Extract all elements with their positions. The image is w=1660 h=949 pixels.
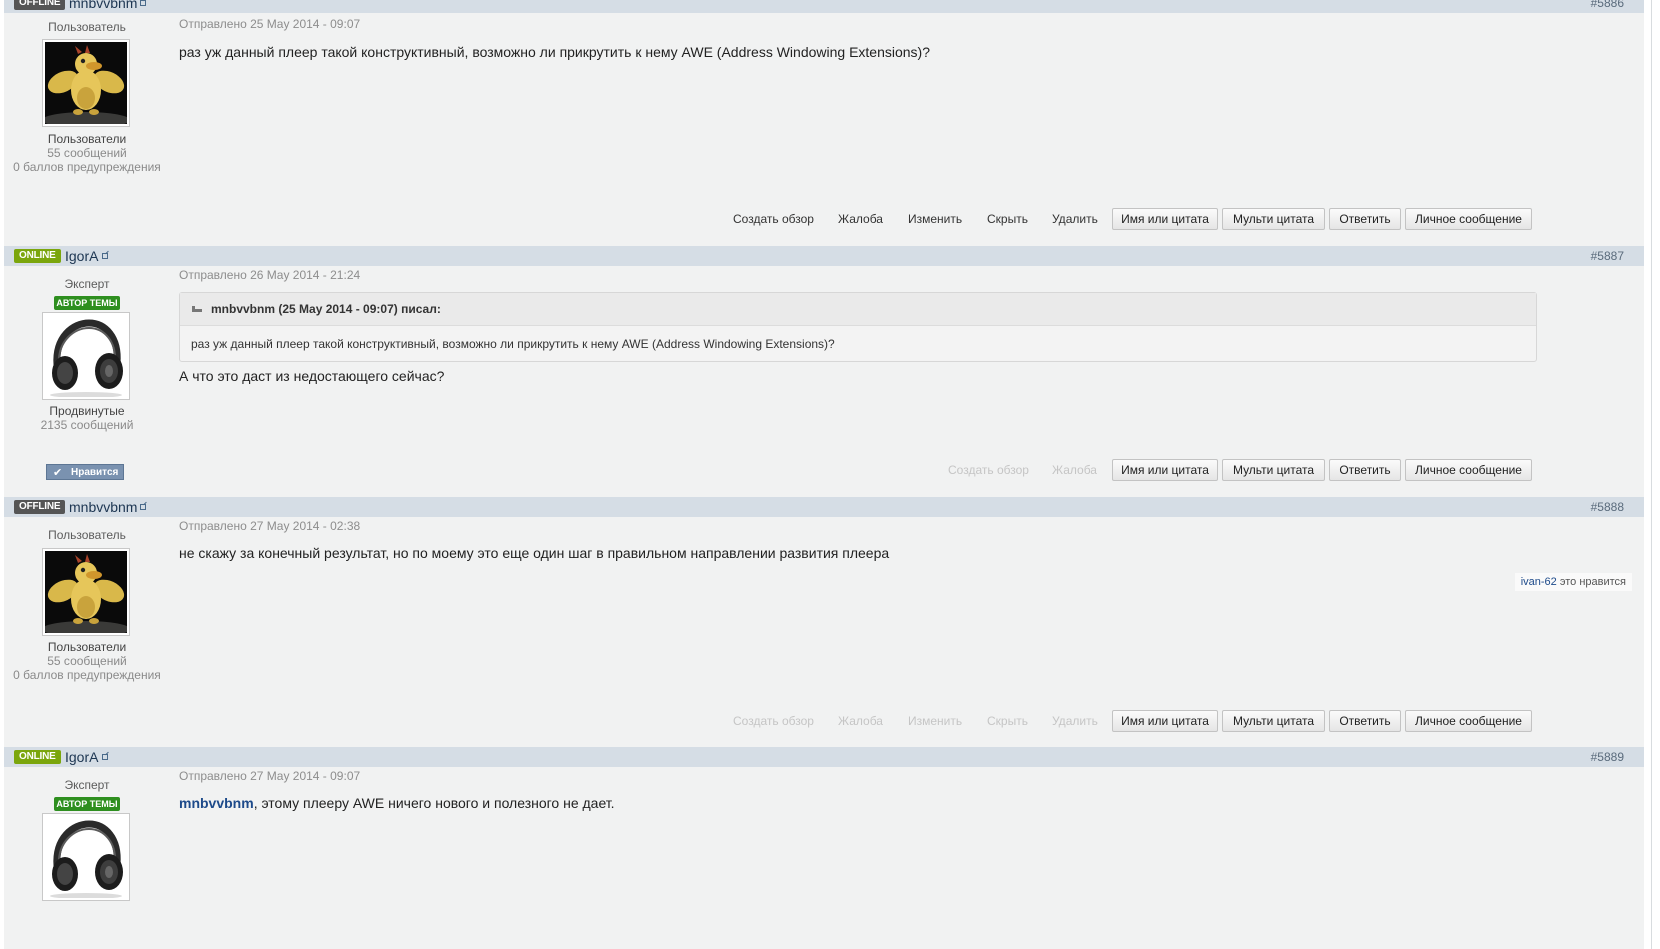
multi-quote-button[interactable]: Мульти цитата (1222, 710, 1325, 732)
forum-post: ONLINE IgorA #5887 Эксперт АВТОР ТЕМЫ Пр… (4, 246, 1644, 496)
quote-citation: mnbvvbnm (25 May 2014 - 09:07) писал: (211, 302, 441, 316)
post-number-link[interactable]: #5887 (1591, 248, 1624, 264)
post-number-link[interactable]: #5886 (1591, 0, 1624, 11)
delete-link[interactable]: Удалить (1052, 211, 1098, 227)
forum-post: OFFLINE mnbvvbnm #5888 Пользователь Поль… (4, 497, 1644, 747)
avatar[interactable] (42, 312, 130, 400)
username-link[interactable]: IgorA (65, 247, 98, 265)
post-count: 55 сообщений (47, 654, 127, 668)
post-date: Отправлено 25 May 2014 - 09:07 (179, 17, 361, 31)
online-badge: ONLINE (14, 750, 61, 764)
headphones-avatar-image (45, 315, 127, 397)
member-title: Пользователь (48, 528, 126, 542)
report-link: Жалоба (838, 714, 883, 728)
offline-badge: OFFLINE (14, 500, 66, 514)
page-scroll-edge (1651, 0, 1652, 949)
username-link[interactable]: mnbvvbnm (69, 0, 137, 12)
avatar[interactable] (42, 548, 130, 636)
winged-creature-avatar-image (45, 551, 127, 633)
liked-by-user-link[interactable]: ivan-62 (1521, 576, 1557, 588)
post-number-link[interactable]: #5888 (1591, 499, 1624, 515)
topic-author-badge: АВТОР ТЕМЫ (54, 797, 120, 811)
likes-summary: ivan-62 это нравится (1514, 573, 1632, 591)
headphones-avatar-image (45, 816, 127, 898)
name-or-quote-button[interactable]: Имя или цитата (1112, 208, 1218, 230)
external-link-icon[interactable] (102, 253, 108, 259)
post-header: OFFLINE mnbvvbnm #5888 (4, 497, 1644, 517)
post-header: OFFLINE mnbvvbnm #5886 (4, 0, 1644, 13)
post-header: ONLINE IgorA #5887 (4, 246, 1644, 266)
post-count: 55 сообщений (47, 146, 127, 160)
username-link[interactable]: IgorA (65, 748, 98, 766)
topic-author-badge: АВТОР ТЕМЫ (54, 296, 120, 310)
create-review-link: Создать обзор (733, 714, 814, 728)
member-group: Пользователи (47, 132, 127, 146)
edit-link[interactable]: Изменить (908, 211, 962, 227)
report-link: Жалоба (1052, 463, 1097, 477)
hide-link[interactable]: Скрыть (987, 211, 1028, 227)
external-link-icon[interactable] (140, 504, 146, 510)
reply-button[interactable]: Ответить (1329, 208, 1401, 230)
name-or-quote-button[interactable]: Имя или цитата (1112, 459, 1218, 481)
create-review-link: Создать обзор (948, 463, 1029, 477)
report-link[interactable]: Жалоба (838, 211, 883, 227)
post-body: не скажу за конечный результат, но по мо… (179, 545, 890, 561)
online-badge: ONLINE (14, 249, 61, 263)
multi-quote-button[interactable]: Мульти цитата (1222, 459, 1325, 481)
hide-link: Скрыть (987, 714, 1028, 728)
reply-button[interactable]: Ответить (1329, 710, 1401, 732)
post-date: Отправлено 27 May 2014 - 09:07 (179, 769, 361, 783)
create-review-link[interactable]: Создать обзор (733, 211, 814, 227)
quote-header: mnbvvbnm (25 May 2014 - 09:07) писал: (180, 293, 1536, 326)
private-message-button[interactable]: Личное сообщение (1405, 710, 1532, 732)
mentioned-user-link[interactable]: mnbvvbnm (179, 795, 254, 811)
member-title: Эксперт (64, 277, 110, 291)
member-title: Эксперт (64, 778, 110, 792)
external-link-icon[interactable] (102, 754, 108, 760)
avatar[interactable] (42, 39, 130, 127)
forum-post: OFFLINE mnbvvbnm #5886 Пользователь Поль… (4, 0, 1644, 245)
avatar[interactable] (42, 813, 130, 901)
reply-button[interactable]: Ответить (1329, 459, 1401, 481)
forum-post: ONLINE IgorA #5889 Эксперт АВТОР ТЕМЫ От… (4, 747, 1644, 949)
private-message-button[interactable]: Личное сообщение (1405, 208, 1532, 230)
username-link[interactable]: mnbvvbnm (69, 498, 137, 516)
post-date: Отправлено 27 May 2014 - 02:38 (179, 519, 361, 533)
post-body-text: , этому плееру AWE ничего нового и полез… (253, 795, 615, 811)
edit-link: Изменить (908, 714, 963, 728)
member-title: Пользователь (48, 20, 126, 34)
like-button-label: Нравится (71, 467, 119, 478)
external-link-icon[interactable] (140, 0, 146, 6)
likes-suffix: это нравится (1559, 576, 1626, 588)
quote-block: mnbvvbnm (25 May 2014 - 09:07) писал: ра… (179, 292, 1537, 362)
post-count: 2135 сообщений (40, 418, 134, 432)
warning-points: 0 баллов предупреждения (13, 668, 161, 682)
post-body: А что это даст из недостающего сейчас? (179, 368, 445, 384)
post-number-link[interactable]: #5889 (1591, 749, 1624, 765)
member-group: Пользователи (47, 640, 127, 654)
post-body: mnbvvbnm, этому плееру AWE ничего нового… (179, 794, 615, 812)
quote-text: раз уж данный плеер такой конструктивный… (191, 337, 835, 351)
post-body: раз уж данный плеер такой конструктивный… (179, 44, 931, 60)
member-group: Продвинутые (49, 404, 125, 418)
private-message-button[interactable]: Личное сообщение (1405, 459, 1532, 481)
multi-quote-button[interactable]: Мульти цитата (1222, 208, 1325, 230)
delete-link: Удалить (1052, 714, 1098, 728)
warning-points: 0 баллов предупреждения (13, 160, 161, 174)
post-header: ONLINE IgorA #5889 (4, 747, 1644, 767)
check-icon: ✔ (53, 467, 63, 479)
winged-creature-avatar-image (45, 42, 127, 124)
offline-badge: OFFLINE (14, 0, 66, 10)
forum-thread: OFFLINE mnbvvbnm #5886 Пользователь Поль… (4, 0, 1644, 949)
name-or-quote-button[interactable]: Имя или цитата (1112, 710, 1218, 732)
like-button[interactable]: ✔ Нравится (46, 464, 124, 480)
quote-arrow-icon (192, 306, 202, 312)
post-date: Отправлено 26 May 2014 - 21:24 (179, 268, 361, 282)
